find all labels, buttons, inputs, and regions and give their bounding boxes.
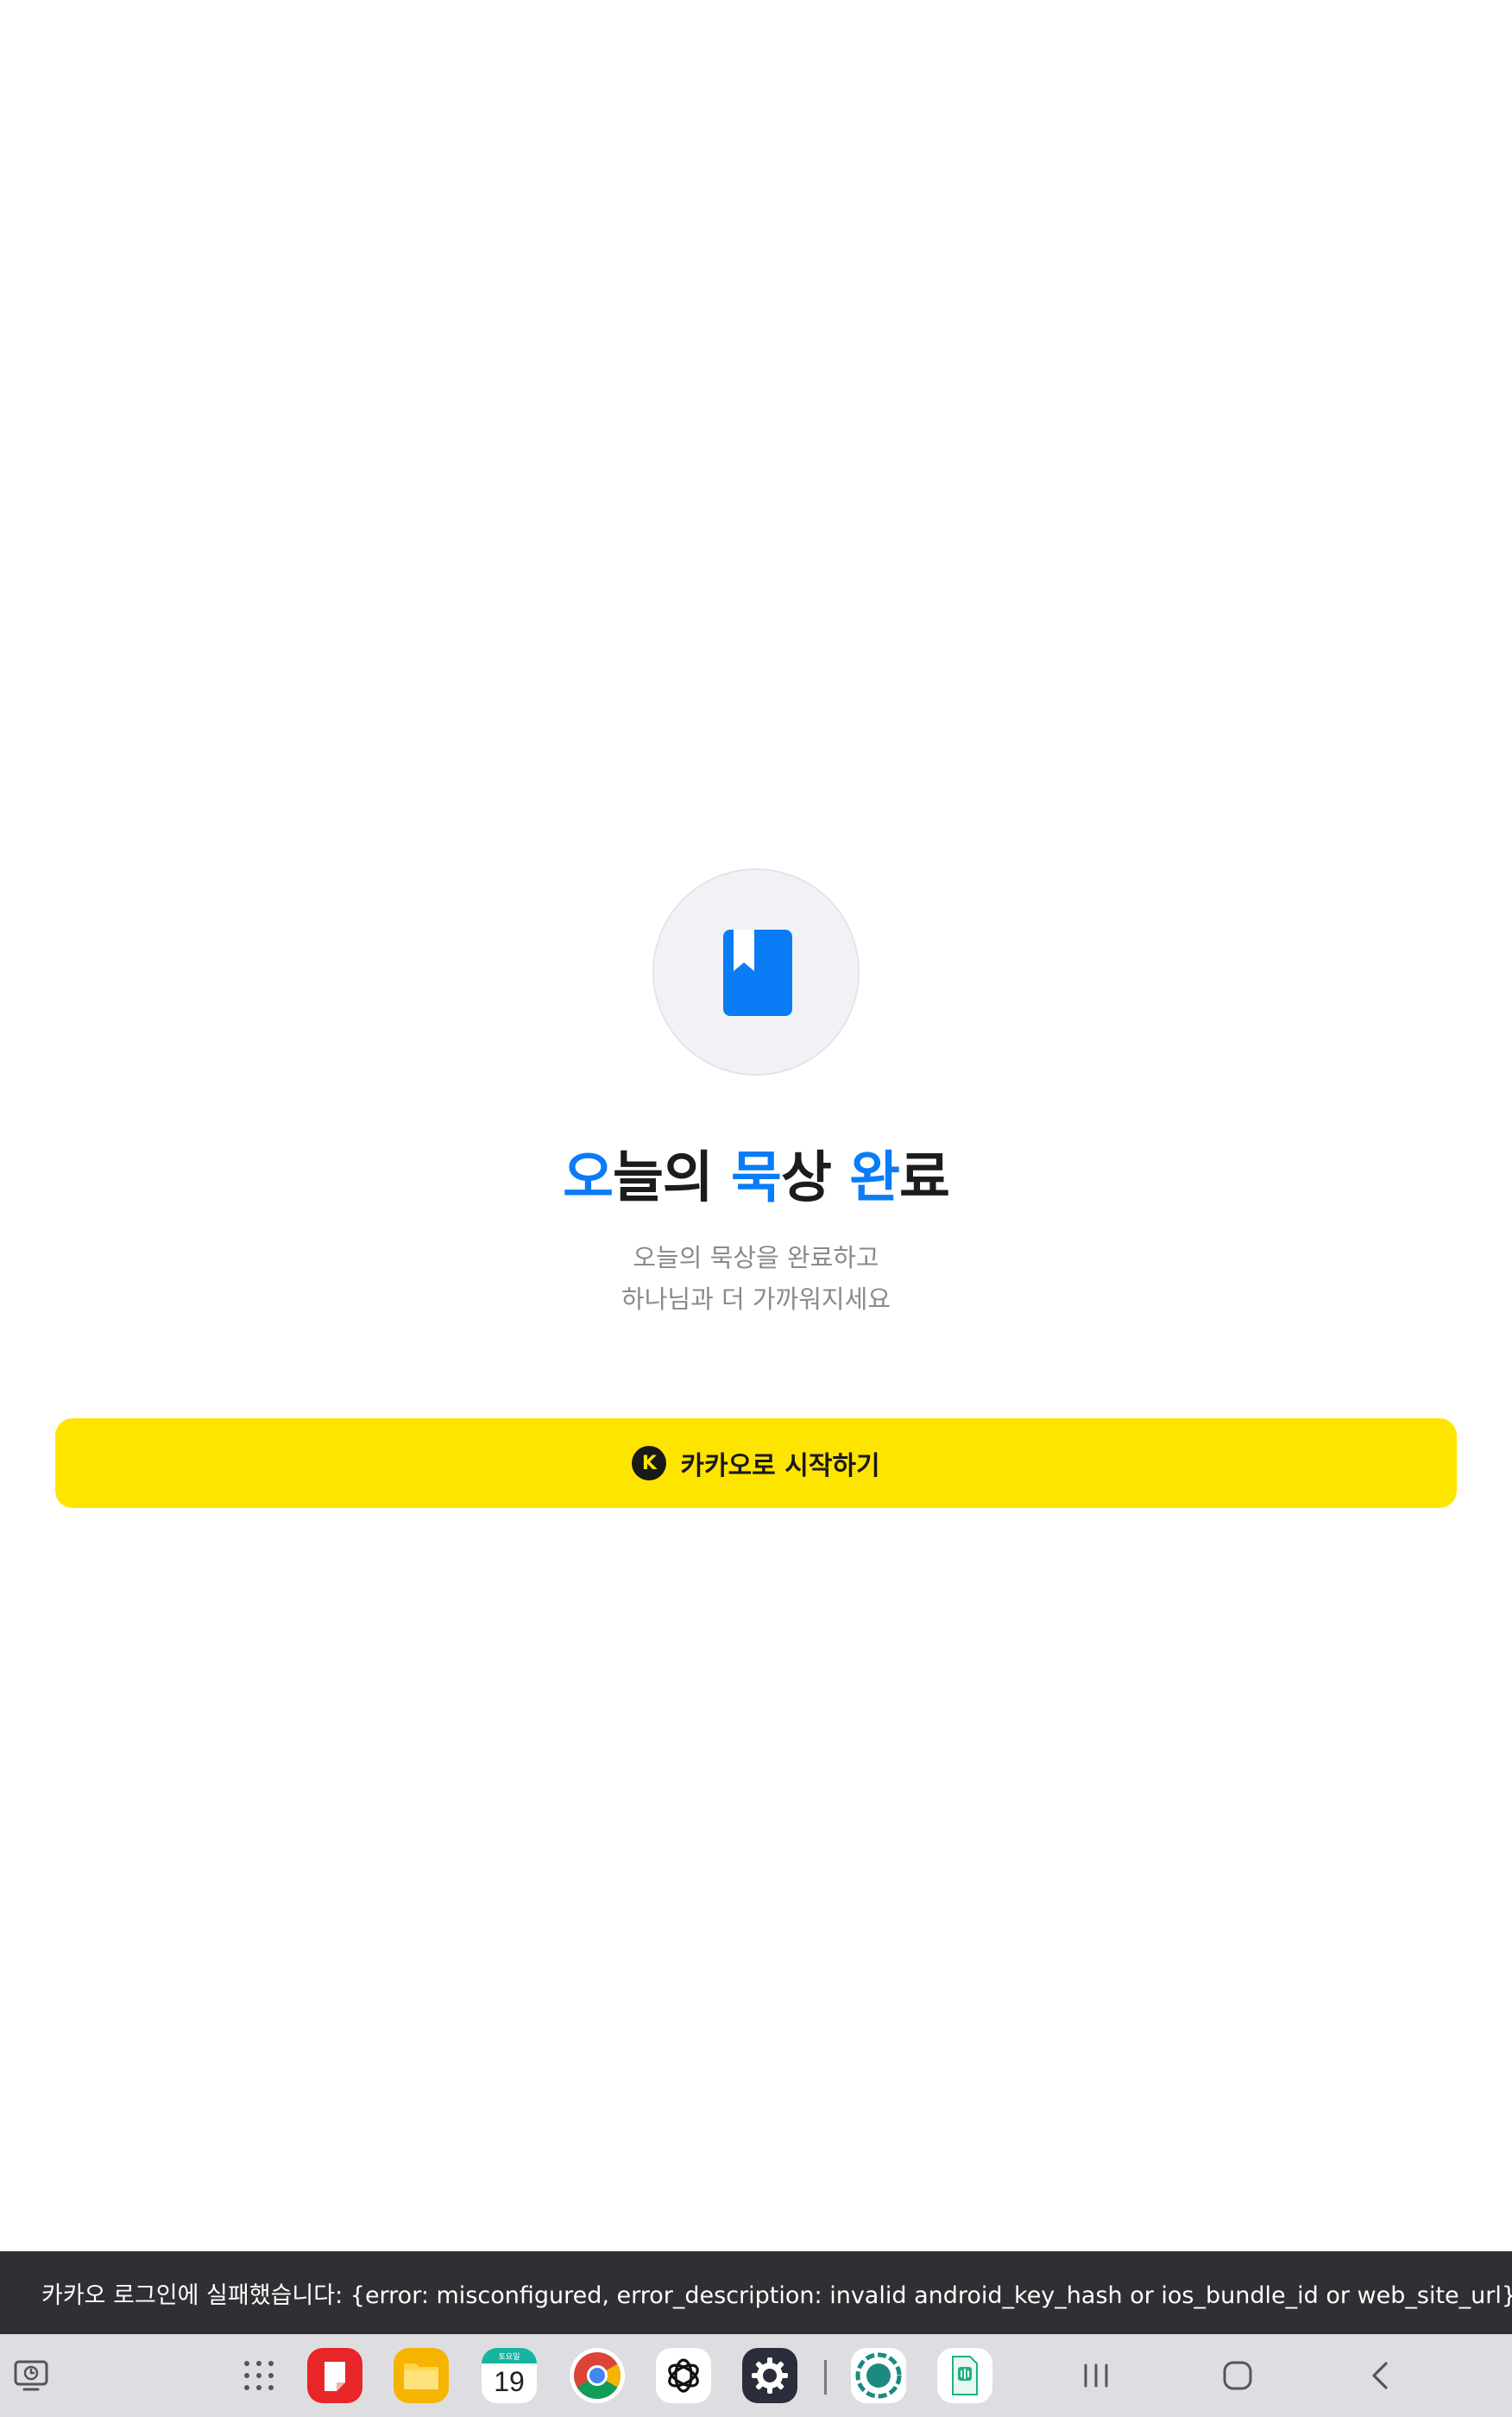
page-title: 오늘의 묵상 완료	[0, 1139, 1512, 1217]
app-root: 오늘의 묵상 완료 오늘의 묵상을 완료하고 하나님과 더 가까워지세요 K 카…	[0, 0, 1512, 2417]
taskbar-divider	[824, 2360, 827, 2395]
calendar-date: 19	[494, 2366, 525, 2397]
error-snackbar: 카카오 로그인에 실패했습니다: {error: misconfigured, …	[0, 2251, 1512, 2334]
kakao-login-button[interactable]: K 카카오로 시작하기	[55, 1418, 1457, 1508]
voice-recorder-app-icon[interactable]	[937, 2348, 992, 2403]
book-bookmark-icon	[723, 930, 792, 1016]
kakao-login-label: 카카오로 시작하기	[680, 1451, 880, 1481]
kakao-logo-icon: K	[632, 1446, 667, 1480]
snackbar-message: 카카오 로그인에 실패했습니다: {error: misconfigured, …	[41, 2281, 1512, 2309]
chrome-app-icon[interactable]	[570, 2348, 625, 2403]
files-app-icon[interactable]	[394, 2348, 449, 2403]
title-part: 료	[899, 1146, 950, 1210]
subtitle-line: 하나님과 더 가까워지세요	[621, 1284, 891, 1314]
home-button[interactable]	[1210, 2348, 1265, 2403]
title-part: 늘의	[613, 1146, 732, 1210]
calendar-app-icon[interactable]: 토요일 19	[482, 2348, 537, 2403]
title-part: 완	[849, 1146, 900, 1210]
chatgpt-app-icon[interactable]	[656, 2348, 711, 2403]
app-drawer-icon[interactable]	[231, 2348, 287, 2403]
notes-app-icon[interactable]	[307, 2348, 362, 2403]
taskbar: 토요일 19	[0, 2334, 1512, 2417]
settings-app-icon[interactable]	[742, 2348, 797, 2403]
subtitle: 오늘의 묵상을 완료하고 하나님과 더 가까워지세요	[0, 1237, 1512, 1320]
subtitle-line: 오늘의 묵상을 완료하고	[633, 1243, 879, 1272]
recent-apps-button[interactable]	[1068, 2348, 1124, 2403]
title-part: 묵	[731, 1146, 782, 1210]
title-part: 상	[780, 1146, 850, 1210]
camera-app-icon[interactable]	[851, 2348, 906, 2403]
back-button[interactable]	[1353, 2348, 1408, 2403]
screen-time-icon[interactable]	[3, 2348, 59, 2403]
title-part: 오	[563, 1146, 614, 1210]
app-logo	[652, 868, 860, 1076]
calendar-weekday: 토요일	[482, 2348, 537, 2363]
